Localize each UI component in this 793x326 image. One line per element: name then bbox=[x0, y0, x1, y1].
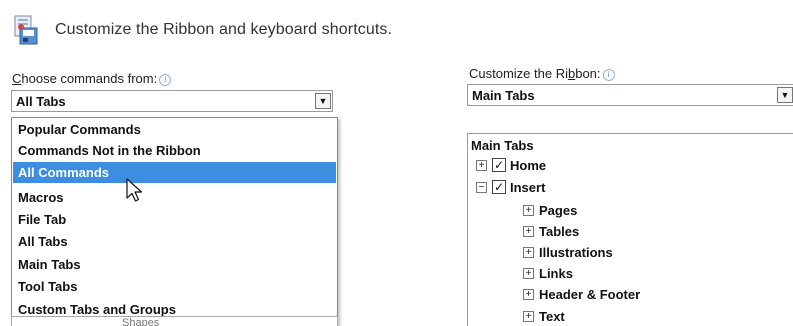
tree-item-links[interactable]: + Links bbox=[523, 264, 573, 282]
checkbox-insert[interactable]: ✓ bbox=[492, 180, 506, 194]
choose-commands-dropdown[interactable]: Popular Commands Commands Not in the Rib… bbox=[11, 117, 338, 326]
tree-item-label: Insert bbox=[510, 179, 546, 195]
label-text: Customize the Ri bbox=[469, 66, 568, 81]
tree-item-insert[interactable]: − ✓ Insert bbox=[476, 178, 545, 196]
expand-icon[interactable]: + bbox=[523, 246, 534, 258]
tree-title: Main Tabs bbox=[471, 138, 534, 153]
commands-list[interactable]: Shapes bbox=[11, 316, 338, 326]
expand-icon[interactable]: + bbox=[523, 288, 534, 300]
info-icon[interactable]: i bbox=[159, 74, 172, 86]
label-text: bon: bbox=[575, 66, 601, 81]
choose-commands-label: Choose commands from: i bbox=[12, 71, 172, 86]
dropdown-item-all-tabs[interactable]: All Tabs bbox=[13, 231, 336, 252]
tree-item-label: Illustrations bbox=[539, 244, 613, 260]
dropdown-item-tool-tabs[interactable]: Tool Tabs bbox=[13, 276, 336, 297]
tree-item-text[interactable]: + Text bbox=[523, 307, 565, 325]
dropdown-item-file-tab[interactable]: File Tab bbox=[13, 209, 336, 230]
dropdown-item-main-tabs[interactable]: Main Tabs bbox=[13, 254, 336, 275]
dropdown-item-all-commands[interactable]: All Commands bbox=[13, 162, 336, 183]
customize-ribbon-label: Customize the Ribbon: i bbox=[469, 66, 615, 81]
dropdown-item-popular-commands[interactable]: Popular Commands bbox=[13, 119, 336, 140]
checkbox-home[interactable]: ✓ bbox=[492, 158, 506, 172]
tree-item-tables[interactable]: + Tables bbox=[523, 222, 579, 240]
page-title: Customize the Ribbon and keyboard shortc… bbox=[55, 21, 393, 38]
collapse-icon[interactable]: − bbox=[476, 181, 487, 193]
info-icon[interactable]: i bbox=[602, 69, 615, 81]
chevron-down-icon[interactable]: ▼ bbox=[315, 93, 331, 109]
customize-ribbon-combo[interactable]: Main Tabs ▼ bbox=[467, 84, 793, 106]
chevron-down-icon[interactable]: ▼ bbox=[777, 87, 793, 103]
access-key: C bbox=[12, 71, 22, 86]
tree-item-label: Tables bbox=[539, 223, 580, 239]
expand-icon[interactable]: + bbox=[523, 267, 534, 279]
tree-item-label: Pages bbox=[539, 202, 578, 218]
tree-item-illustrations[interactable]: + Illustrations bbox=[523, 243, 613, 261]
expand-icon[interactable]: + bbox=[523, 204, 534, 216]
dropdown-item-macros[interactable]: Macros bbox=[13, 187, 336, 208]
tree-item-header-footer[interactable]: + Header & Footer bbox=[523, 285, 640, 303]
expand-icon[interactable]: + bbox=[523, 310, 534, 322]
tree-item-label: Text bbox=[539, 308, 565, 324]
expand-icon[interactable]: + bbox=[476, 159, 487, 171]
mouse-cursor-icon bbox=[126, 178, 143, 202]
customize-ribbon-icon bbox=[14, 15, 38, 45]
expand-icon[interactable]: + bbox=[523, 225, 534, 237]
dropdown-item-commands-not-in-ribbon[interactable]: Commands Not in the Ribbon bbox=[13, 140, 336, 161]
choose-commands-combo[interactable]: All Tabs ▼ bbox=[11, 90, 333, 112]
tree-item-label: Header & Footer bbox=[539, 286, 641, 302]
tree-item-label: Links bbox=[539, 265, 573, 281]
combo-value: All Tabs bbox=[16, 94, 66, 109]
list-item[interactable]: Shapes bbox=[122, 317, 159, 326]
tree-item-label: Home bbox=[510, 157, 547, 173]
label-text: hoose commands from: bbox=[21, 71, 158, 86]
tree-item-pages[interactable]: + Pages bbox=[523, 201, 577, 219]
combo-value: Main Tabs bbox=[472, 88, 535, 103]
tree-item-home[interactable]: + ✓ Home bbox=[476, 156, 546, 174]
